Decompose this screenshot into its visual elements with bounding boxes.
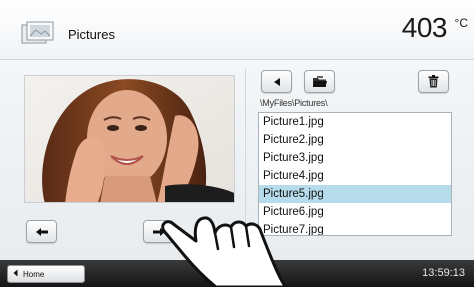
- triangle-left-icon: [273, 77, 281, 87]
- open-folder-button[interactable]: [304, 70, 335, 93]
- current-path: \MyFiles\Pictures\: [260, 98, 328, 108]
- chevron-left-icon: [13, 269, 18, 279]
- list-item-selected[interactable]: Picture5.jpg: [259, 185, 451, 203]
- temperature-readout: 403: [401, 12, 448, 43]
- clock: 13:59:13: [422, 267, 465, 279]
- home-label: Home: [23, 269, 45, 279]
- pointing-hand-icon: [158, 205, 293, 287]
- list-item[interactable]: Picture4.jpg: [259, 167, 451, 185]
- temperature-unit: °C: [454, 16, 468, 30]
- page-title: Pictures: [68, 27, 115, 42]
- header-bar: Pictures 403 °C: [0, 0, 474, 60]
- list-item[interactable]: Picture1.jpg: [259, 113, 451, 131]
- previous-picture-button[interactable]: [26, 220, 57, 243]
- list-item[interactable]: Picture2.jpg: [259, 131, 451, 149]
- back-button[interactable]: [261, 70, 292, 93]
- list-item[interactable]: Picture3.jpg: [259, 149, 451, 167]
- delete-button[interactable]: [418, 70, 449, 93]
- arrow-left-icon: [35, 227, 49, 237]
- picture-preview: [24, 75, 235, 203]
- trash-icon: [428, 75, 439, 88]
- pictures-folder-icon: [21, 21, 55, 45]
- folder-open-icon: [312, 75, 328, 88]
- home-button[interactable]: Home: [7, 265, 85, 283]
